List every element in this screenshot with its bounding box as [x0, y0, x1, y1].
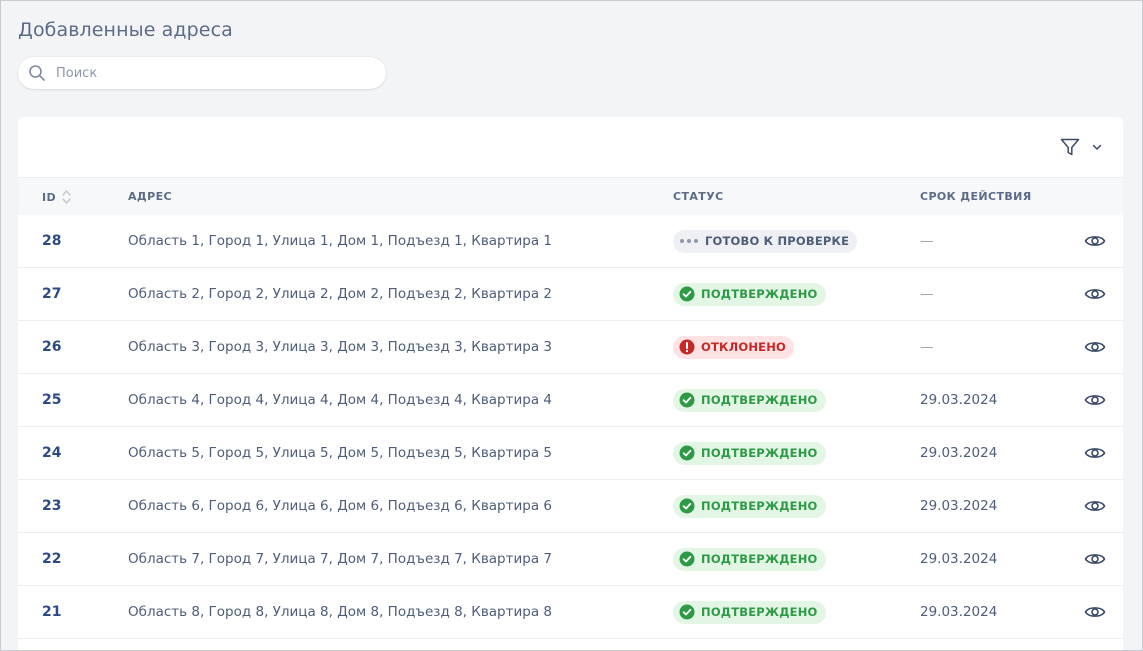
view-button[interactable] — [1084, 268, 1106, 320]
column-header-expiry: СРОК ДЕЙСТВИЯ — [920, 190, 1032, 203]
row-id[interactable]: 21 — [42, 586, 61, 638]
exclamation-circle-icon — [679, 339, 695, 355]
row-address: Область 5, Город 5, Улица 5, Дом 5, Подъ… — [128, 445, 552, 461]
row-expiry: 29.03.2024 — [920, 604, 998, 620]
row-status: ПОДТВЕРЖДЕНО — [673, 480, 826, 532]
eye-icon — [1084, 236, 1106, 246]
status-label: ПОДТВЕРЖДЕНО — [701, 287, 818, 301]
status-badge: ГОТОВО К ПРОВЕРКЕ — [673, 229, 858, 253]
row-address: Область 4, Город 4, Улица 4, Дом 4, Подъ… — [128, 392, 552, 408]
addresses-table-card: ID АДРЕС СТАТУС СРОК ДЕЙСТВИЯ 28 Область… — [18, 117, 1123, 650]
row-status: ПОДТВЕРЖДЕНО — [673, 427, 826, 479]
table-row[interactable]: 26 Область 3, Город 3, Улица 3, Дом 3, П… — [18, 321, 1123, 374]
table-row[interactable]: 28 Область 1, Город 1, Улица 1, Дом 1, П… — [18, 215, 1123, 268]
table-header: ID АДРЕС СТАТУС СРОК ДЕЙСТВИЯ — [18, 177, 1123, 215]
table-row[interactable]: 23 Область 6, Город 6, Улица 6, Дом 6, П… — [18, 480, 1123, 533]
column-header-id-label: ID — [42, 191, 57, 204]
row-expiry: 29.03.2024 — [920, 498, 998, 514]
status-label: ПОДТВЕРЖДЕНО — [701, 499, 818, 513]
check-circle-icon — [679, 445, 695, 461]
filter-icon — [1060, 138, 1080, 156]
dots-icon — [679, 238, 699, 244]
status-badge: ПОДТВЕРЖДЕНО — [673, 494, 826, 518]
page-title: Добавленные адреса — [18, 19, 233, 41]
row-id[interactable]: 22 — [42, 533, 61, 585]
check-circle-icon — [679, 604, 695, 620]
table-row[interactable]: 25 Область 4, Город 4, Улица 4, Дом 4, П… — [18, 374, 1123, 427]
row-status: ПОДТВЕРЖДЕНО — [673, 374, 826, 426]
row-id[interactable]: 25 — [42, 374, 61, 426]
eye-icon — [1084, 501, 1106, 511]
status-label: ГОТОВО К ПРОВЕРКЕ — [705, 234, 850, 248]
row-status: ОТКЛОНЕНО — [673, 321, 795, 373]
view-button[interactable] — [1084, 586, 1106, 638]
status-badge: ПОДТВЕРЖДЕНО — [673, 547, 826, 571]
status-badge: ПОДТВЕРЖДЕНО — [673, 388, 826, 412]
status-badge: ПОДТВЕРЖДЕНО — [673, 282, 826, 306]
row-expiry: — — [920, 286, 934, 302]
row-address: Область 6, Город 6, Улица 6, Дом 6, Подъ… — [128, 498, 552, 514]
eye-icon — [1084, 395, 1106, 405]
chevron-down-icon — [1092, 144, 1102, 150]
row-address: Область 7, Город 7, Улица 7, Дом 7, Подъ… — [128, 551, 552, 567]
view-button[interactable] — [1084, 480, 1106, 532]
row-expiry: 29.03.2024 — [920, 445, 998, 461]
row-expiry: 29.03.2024 — [920, 551, 998, 567]
eye-icon — [1084, 607, 1106, 617]
app-frame: Добавленные адреса ID АДРЕС — [0, 0, 1143, 651]
row-status: ПОДТВЕРЖДЕНО — [673, 533, 826, 585]
row-id[interactable]: 27 — [42, 268, 61, 320]
status-badge: ОТКЛОНЕНО — [673, 335, 795, 359]
row-status: ПОДТВЕРЖДЕНО — [673, 268, 826, 320]
row-expiry: 29.03.2024 — [920, 392, 998, 408]
search-input[interactable] — [56, 65, 356, 81]
eye-icon — [1084, 289, 1106, 299]
row-address: Область 2, Город 2, Улица 2, Дом 2, Подъ… — [128, 286, 552, 302]
status-label: ОТКЛОНЕНО — [701, 340, 787, 354]
row-expiry: — — [920, 233, 934, 249]
row-id[interactable]: 23 — [42, 480, 61, 532]
eye-icon — [1084, 342, 1106, 352]
row-id[interactable]: 26 — [42, 321, 61, 373]
row-address: Область 1, Город 1, Улица 1, Дом 1, Подъ… — [128, 233, 552, 249]
row-status: ПОДТВЕРЖДЕНО — [673, 586, 826, 638]
table-row[interactable]: 21 Область 8, Город 8, Улица 8, Дом 8, П… — [18, 586, 1123, 639]
row-address: Область 3, Город 3, Улица 3, Дом 3, Подъ… — [128, 339, 552, 355]
status-label: ПОДТВЕРЖДЕНО — [701, 552, 818, 566]
view-button[interactable] — [1084, 321, 1106, 373]
column-header-address: АДРЕС — [128, 190, 172, 203]
row-id[interactable]: 24 — [42, 427, 61, 479]
search-icon — [29, 65, 45, 81]
view-button[interactable] — [1084, 427, 1106, 479]
check-circle-icon — [679, 286, 695, 302]
row-expiry: — — [920, 339, 934, 355]
check-circle-icon — [679, 392, 695, 408]
check-circle-icon — [679, 498, 695, 514]
check-circle-icon — [679, 551, 695, 567]
table-row[interactable]: 27 Область 2, Город 2, Улица 2, Дом 2, П… — [18, 268, 1123, 321]
table-row[interactable]: 24 Область 5, Город 5, Улица 5, Дом 5, П… — [18, 427, 1123, 480]
status-badge: ПОДТВЕРЖДЕНО — [673, 600, 826, 624]
view-button[interactable] — [1084, 215, 1106, 267]
view-button[interactable] — [1084, 533, 1106, 585]
status-label: ПОДТВЕРЖДЕНО — [701, 605, 818, 619]
row-address: Область 8, Город 8, Улица 8, Дом 8, Подъ… — [128, 604, 552, 620]
status-label: ПОДТВЕРЖДЕНО — [701, 446, 818, 460]
column-header-status: СТАТУС — [673, 190, 724, 203]
eye-icon — [1084, 554, 1106, 564]
row-id[interactable]: 28 — [42, 215, 61, 267]
table-body: 28 Область 1, Город 1, Улица 1, Дом 1, П… — [18, 215, 1123, 639]
status-badge: ПОДТВЕРЖДЕНО — [673, 441, 826, 465]
table-row[interactable]: 22 Область 7, Город 7, Улица 7, Дом 7, П… — [18, 533, 1123, 586]
row-status: ГОТОВО К ПРОВЕРКЕ — [673, 215, 858, 267]
sort-icon — [62, 190, 71, 204]
eye-icon — [1084, 448, 1106, 458]
column-header-id[interactable]: ID — [42, 190, 71, 205]
view-button[interactable] — [1084, 374, 1106, 426]
filter-button[interactable] — [1059, 135, 1103, 159]
search-box[interactable] — [18, 57, 386, 89]
status-label: ПОДТВЕРЖДЕНО — [701, 393, 818, 407]
